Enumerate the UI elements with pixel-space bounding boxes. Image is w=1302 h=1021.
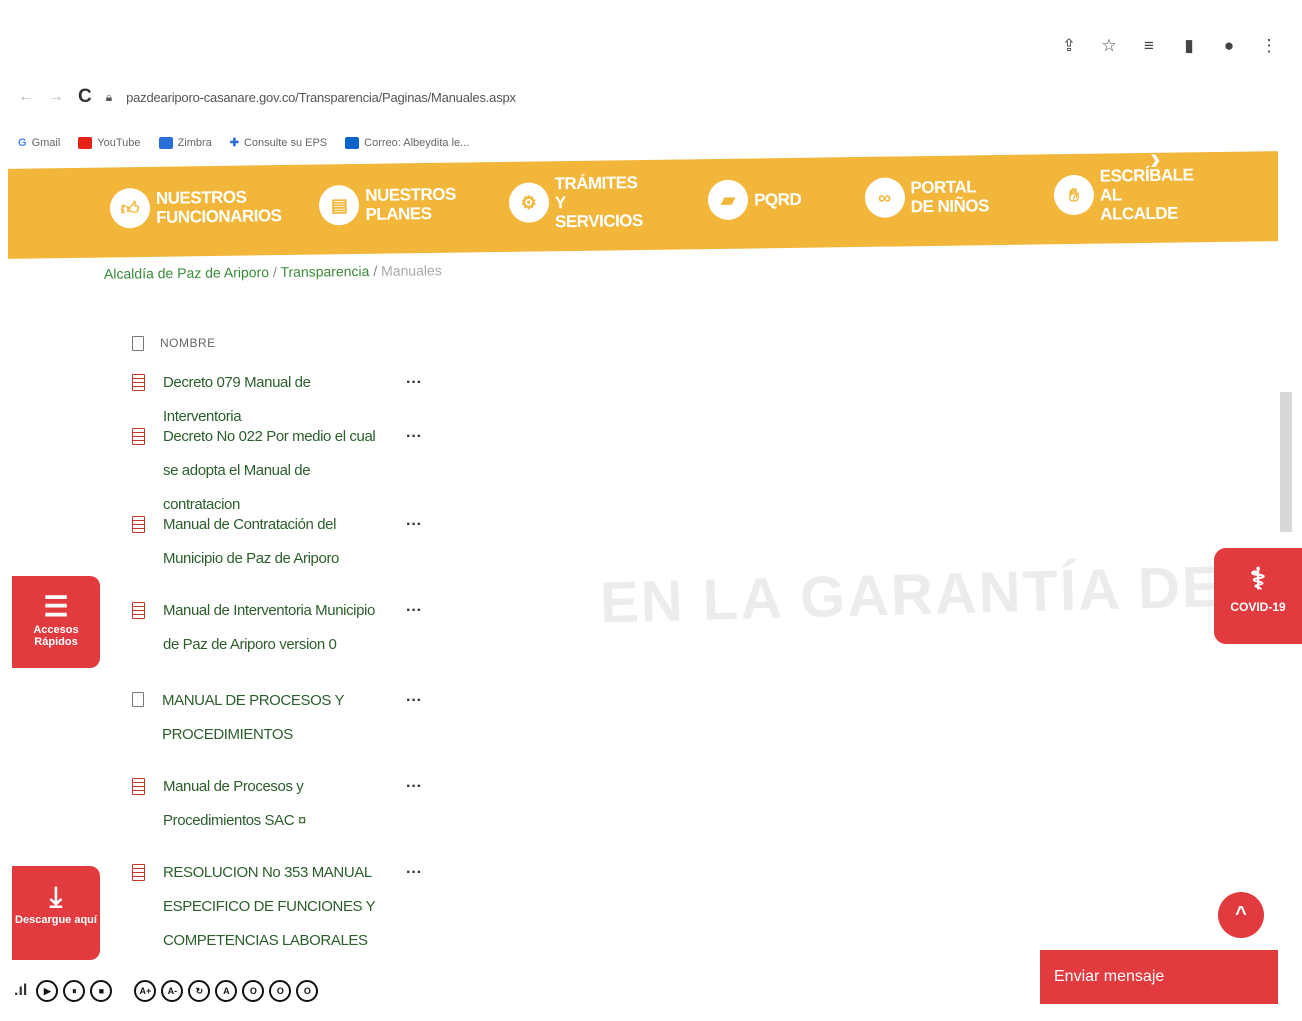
breadcrumb-section[interactable]: Transparencia bbox=[280, 263, 369, 280]
more-options-icon[interactable]: ··· bbox=[406, 692, 422, 752]
pdf-icon bbox=[132, 374, 145, 391]
file-link[interactable]: MANUAL DE PROCESOS Y PROCEDIMIENTOS bbox=[162, 684, 388, 752]
signal-bars-icon: .ıl bbox=[14, 982, 28, 999]
stop-icon[interactable]: ■ bbox=[90, 980, 113, 1002]
forward-icon[interactable]: → bbox=[48, 88, 64, 106]
share-icon[interactable]: ⇪ bbox=[1060, 36, 1078, 56]
pause-icon[interactable]: ⏸ bbox=[63, 980, 86, 1002]
list-icon: ☰ bbox=[43, 591, 69, 622]
bookmark-gmail[interactable]: G Gmail bbox=[18, 137, 60, 149]
bookmark-youtube[interactable]: YouTube bbox=[78, 136, 141, 149]
reload-icon[interactable]: C bbox=[78, 86, 92, 108]
lock-icon[interactable]: 🔒︎ bbox=[106, 90, 112, 105]
nav-items: 👍︎ NUESTROS FUNCIONARIOS ▤ NUESTROS PLAN… bbox=[109, 159, 1194, 244]
invert-icon[interactable]: O bbox=[296, 980, 319, 1002]
list-item: Manual de Contratación del Municipio de … bbox=[132, 508, 422, 576]
document-icon: ▤ bbox=[319, 184, 360, 226]
play-icon[interactable]: ▶ bbox=[36, 980, 59, 1002]
nav-item-planes[interactable]: ▤ NUESTROS PLANES bbox=[319, 184, 456, 226]
download-button[interactable]: ⤓ Descargue aquí bbox=[12, 866, 100, 960]
gears-icon: ⚙ bbox=[508, 182, 550, 223]
more-options-icon[interactable]: ··· bbox=[406, 864, 422, 958]
font-decrease-icon[interactable]: A- bbox=[161, 980, 184, 1002]
page-scrollbar[interactable] bbox=[1280, 392, 1292, 532]
pdf-icon bbox=[132, 778, 145, 795]
nav-item-alcalde[interactable]: ✋︎ ESCRÍBALE AL ALCALDE bbox=[1053, 165, 1194, 224]
browser-toolbar-icons: ⇪ ☆ ≡ ▮ ● ⋮ bbox=[1060, 36, 1278, 56]
pdf-icon bbox=[132, 428, 145, 445]
more-options-icon[interactable]: ··· bbox=[406, 602, 422, 662]
download-icon: ⤓ bbox=[49, 881, 63, 912]
thumbs-up-icon: 👍︎ bbox=[109, 187, 151, 229]
file-link[interactable]: RESOLUCION No 353 MANUAL ESPECIFICO DE F… bbox=[163, 856, 388, 958]
doctor-icon: ⚕ bbox=[1249, 563, 1267, 596]
file-link[interactable]: Manual de Contratación del Municipio de … bbox=[163, 508, 388, 576]
column-name-header[interactable]: NOMBRE bbox=[160, 336, 216, 350]
reset-icon[interactable]: ↻ bbox=[188, 980, 211, 1002]
file-link[interactable]: Decreto No 022 Por medio el cual se adop… bbox=[163, 420, 388, 522]
background-banner-text: EN LA GARANTÍA DE LA bbox=[599, 551, 1302, 636]
accessibility-toolbar: .ıl ▶ ⏸ ■ A+ A- ↻ A O O O bbox=[14, 980, 319, 1002]
plus-icon: ✚ bbox=[229, 137, 239, 149]
sidepanel-icon[interactable]: ▮ bbox=[1180, 36, 1198, 56]
bookmark-eps[interactable]: ✚ Consulte su EPS bbox=[229, 136, 327, 150]
hand-icon: ✋︎ bbox=[1053, 174, 1095, 216]
address-bar: ← → C 🔒︎ pazdeariporo-casanare.gov.co/Tr… bbox=[18, 86, 516, 108]
bookmark-zimbra[interactable]: Zimbra bbox=[158, 136, 212, 149]
pdf-icon bbox=[132, 864, 145, 881]
more-options-icon[interactable]: ··· bbox=[406, 516, 422, 576]
quick-access-button[interactable]: ☰ Accesos Rápidos bbox=[12, 576, 100, 668]
chevron-up-icon: ^ bbox=[1235, 903, 1247, 925]
chat-label: Enviar mensaje bbox=[1054, 968, 1165, 985]
breadcrumb: Alcaldía de Paz de Ariporo / Transparenc… bbox=[104, 262, 442, 282]
list-item: Decreto No 022 Por medio el cual se adop… bbox=[132, 420, 422, 522]
list-item: Manual de Interventoria Municipio de Paz… bbox=[132, 594, 422, 662]
file-link[interactable]: Manual de Procesos y Procedimientos SAC … bbox=[163, 770, 388, 838]
contrast-icon[interactable]: O bbox=[242, 980, 265, 1002]
nav-item-tramites[interactable]: ⚙ TRÁMITES Y SERVICIOS bbox=[508, 173, 645, 232]
profile-icon[interactable]: ● bbox=[1220, 36, 1238, 56]
bookmarks-bar: G Gmail YouTube Zimbra ✚ Consulte su EPS C… bbox=[18, 136, 469, 149]
breadcrumb-current: Manuales bbox=[380, 262, 442, 279]
youtube-icon bbox=[78, 136, 93, 149]
file-link[interactable]: Manual de Interventoria Municipio de Paz… bbox=[163, 594, 388, 662]
pdf-icon bbox=[132, 516, 145, 533]
menu-icon[interactable]: ⋮ bbox=[1260, 36, 1278, 56]
outlook-icon bbox=[345, 136, 360, 149]
gmail-icon: G bbox=[18, 136, 27, 149]
list-item: MANUAL DE PROCESOS Y PROCEDIMIENTOS ··· bbox=[132, 684, 422, 752]
list-item: RESOLUCION No 353 MANUAL ESPECIFICO DE F… bbox=[132, 856, 422, 958]
file-type-icon bbox=[132, 335, 144, 351]
breadcrumb-home[interactable]: Alcaldía de Paz de Ariporo bbox=[104, 264, 269, 282]
nav-item-portal-ninos[interactable]: ∞ PORTAL DE NIÑOS bbox=[864, 176, 991, 218]
nav-item-funcionarios[interactable]: 👍︎ NUESTROS FUNCIONARIOS bbox=[109, 186, 282, 229]
list-header: NOMBRE bbox=[132, 330, 432, 356]
pdf-icon bbox=[132, 602, 145, 619]
font-increase-icon[interactable]: A+ bbox=[134, 980, 157, 1002]
document-icon bbox=[132, 692, 144, 707]
star-icon[interactable]: ☆ bbox=[1100, 36, 1118, 56]
more-options-icon[interactable]: ··· bbox=[406, 778, 422, 838]
folder-icon: ▰ bbox=[707, 179, 749, 221]
url-field[interactable]: pazdeariporo-casanare.gov.co/Transparenc… bbox=[126, 90, 516, 105]
nav-item-pqrd[interactable]: ▰ PQRD bbox=[707, 179, 802, 221]
grayscale-icon[interactable]: O bbox=[269, 980, 292, 1002]
bookmark-correo[interactable]: Correo: Albeydita le... bbox=[345, 136, 469, 149]
glasses-icon: ∞ bbox=[864, 177, 905, 218]
list-item: Manual de Procesos y Procedimientos SAC … bbox=[132, 770, 422, 838]
back-icon[interactable]: ← bbox=[18, 88, 34, 106]
reading-list-icon[interactable]: ≡ bbox=[1140, 36, 1158, 56]
file-list: NOMBRE Decreto 079 Manual de Interventor… bbox=[132, 330, 432, 949]
font-default-icon[interactable]: A bbox=[215, 980, 238, 1002]
scroll-top-button[interactable]: ^ bbox=[1218, 892, 1264, 938]
covid-button[interactable]: ⚕ COVID-19 bbox=[1214, 548, 1302, 644]
zimbra-icon bbox=[158, 136, 173, 149]
chat-widget[interactable]: Enviar mensaje bbox=[1040, 950, 1278, 1004]
